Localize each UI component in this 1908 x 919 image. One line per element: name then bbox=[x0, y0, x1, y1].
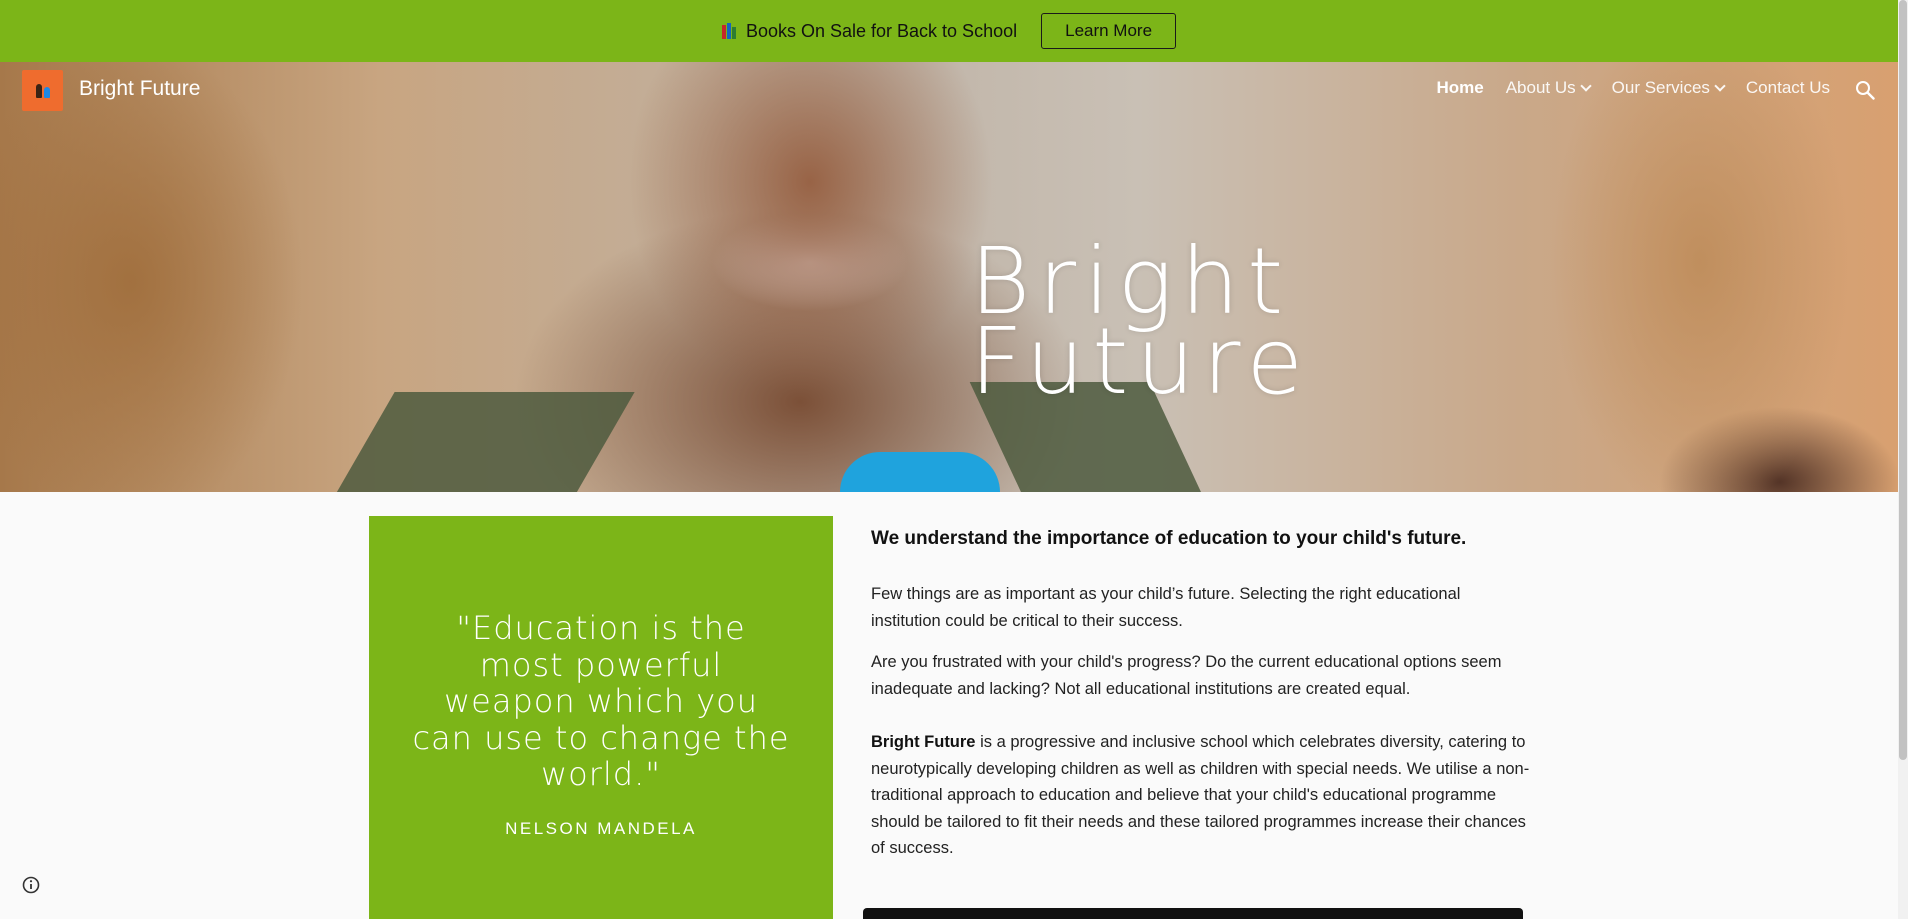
nav-link-label: Our Services bbox=[1611, 78, 1710, 97]
nav-link-label: Home bbox=[1436, 78, 1484, 97]
nav-link-our-services[interactable]: Our Services bbox=[1611, 78, 1726, 98]
logo-figures-icon bbox=[35, 83, 50, 98]
nav-link-label: About Us bbox=[1505, 78, 1576, 97]
nav-links: Home About Us Our Services Contact Us bbox=[1436, 78, 1830, 98]
quote-author: NELSON MANDELA bbox=[505, 819, 697, 838]
quote-box: "Education is the most powerful weapon w… bbox=[369, 516, 833, 919]
hero-image-shirt bbox=[840, 452, 1000, 492]
intro-paragraph: Bright Future is a progressive and inclu… bbox=[871, 729, 1531, 862]
intro-paragraph-text: is a progressive and inclusive school wh… bbox=[871, 733, 1530, 857]
banner-text: Books On Sale for Back to School bbox=[745, 20, 1018, 41]
hero-title-line: Future bbox=[970, 308, 1311, 415]
banner-message: Books On Sale for Back to School bbox=[721, 20, 1018, 42]
school-name: Bright Future bbox=[871, 733, 976, 751]
learn-more-button[interactable]: Learn More bbox=[1041, 13, 1177, 49]
content-card-top bbox=[863, 908, 1523, 919]
intro-paragraph: Are you frustrated with your child's pro… bbox=[871, 653, 1502, 698]
site-logo[interactable] bbox=[22, 70, 63, 111]
hero-image-backpack-strap bbox=[325, 392, 635, 492]
search-icon[interactable] bbox=[1855, 80, 1875, 100]
intro-section: We understand the importance of educatio… bbox=[871, 528, 1531, 877]
chevron-down-icon bbox=[1579, 80, 1592, 92]
hero-banner: Bright Future bbox=[0, 62, 1898, 492]
scrollbar-thumb[interactable] bbox=[1899, 0, 1907, 760]
site-title[interactable]: Bright Future bbox=[79, 77, 200, 101]
nav-link-home[interactable]: Home bbox=[1436, 78, 1483, 98]
intro-heading: We understand the importance of educatio… bbox=[871, 528, 1467, 549]
announcement-banner: Books On Sale for Back to School Learn M… bbox=[0, 0, 1898, 62]
nav-link-contact-us[interactable]: Contact Us bbox=[1746, 78, 1830, 98]
info-icon[interactable] bbox=[22, 876, 40, 894]
chevron-down-icon bbox=[1714, 80, 1726, 92]
top-nav: Bright Future Home About Us Our Services… bbox=[0, 62, 1898, 118]
page: Books On Sale for Back to School Learn M… bbox=[0, 0, 1908, 919]
intro-paragraph: Few things are as important as your chil… bbox=[871, 585, 1461, 630]
nav-link-about-us[interactable]: About Us bbox=[1505, 78, 1592, 98]
books-icon bbox=[721, 23, 738, 39]
quote-text: "Education is the most powerful weapon w… bbox=[412, 609, 790, 793]
hero-title: Bright Future bbox=[970, 236, 1311, 415]
nav-link-label: Contact Us bbox=[1745, 78, 1830, 97]
